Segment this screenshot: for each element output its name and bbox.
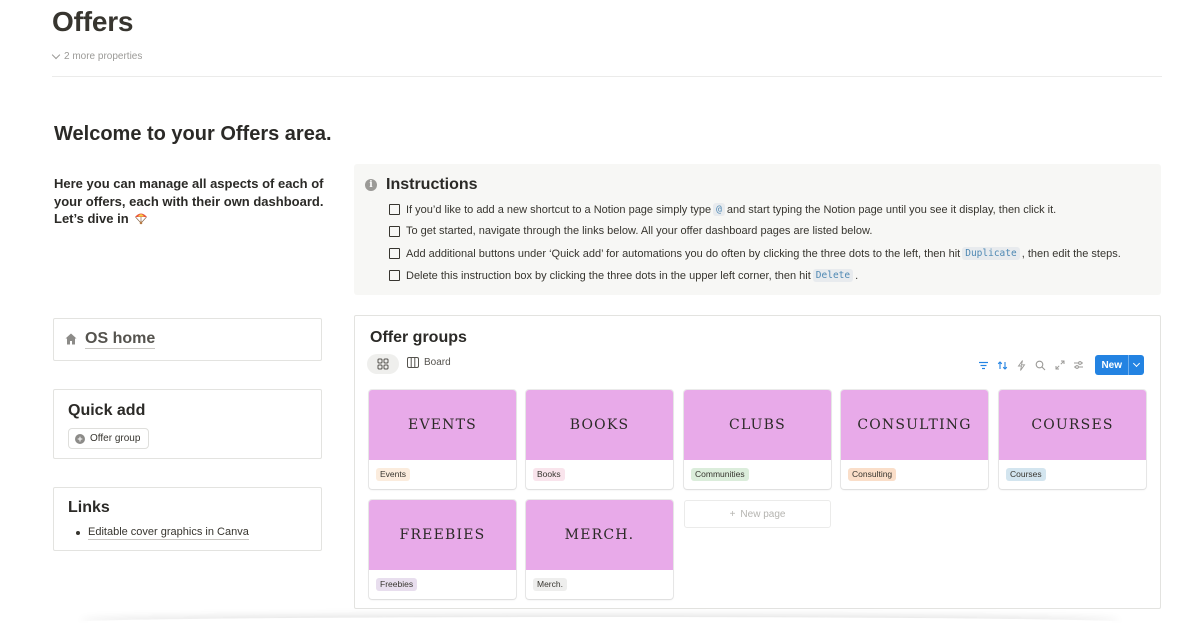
card-cover: BOOKS <box>526 390 673 460</box>
gallery-card-consulting[interactable]: CONSULTING Consulting <box>841 390 988 489</box>
bottom-shadow <box>80 617 1120 623</box>
todo-checkbox[interactable] <box>389 204 400 215</box>
card-cover: CLUBS <box>684 390 831 460</box>
instructions-title: Instructions <box>386 176 478 193</box>
offer-group-button-label: Offer group <box>90 433 141 444</box>
database-toolbar: New <box>977 355 1144 375</box>
chevron-down-icon[interactable] <box>1129 359 1144 368</box>
card-tag: Courses <box>1006 468 1046 481</box>
new-page-button[interactable]: + New page <box>684 500 831 528</box>
settings-sliders-icon[interactable] <box>1072 359 1085 372</box>
gallery-view-icon <box>377 358 389 370</box>
todo-item: To get started, navigate through the lin… <box>389 225 872 237</box>
todo-checkbox[interactable] <box>389 270 400 281</box>
intro-text: Here you can manage all aspects of each … <box>54 175 324 228</box>
plus-circle-icon: + <box>75 433 85 444</box>
todo-text-tail: , then edit the steps. <box>1021 247 1121 260</box>
todo-item: If you’d like to add a new shortcut to a… <box>389 203 1056 216</box>
quick-add-title: Quick add <box>68 402 146 419</box>
card-tag: Communities <box>691 468 749 481</box>
gallery-card-courses[interactable]: COURSES Courses <box>999 390 1146 489</box>
new-button-label: New <box>1101 359 1122 371</box>
board-view-tab[interactable]: Board <box>407 357 451 368</box>
gallery-card-events[interactable]: EVENTS Events <box>369 390 516 489</box>
lightning-icon[interactable] <box>1015 359 1028 372</box>
gallery-card-clubs[interactable]: CLUBS Communities <box>684 390 831 489</box>
card-cover: MERCH. <box>526 500 673 570</box>
offer-group-button[interactable]: + Offer group <box>68 428 150 449</box>
gallery-card-merch[interactable]: MERCH. Merch. <box>526 500 673 599</box>
more-properties-label: 2 more properties <box>64 51 143 62</box>
card-cover: CONSULTING <box>841 390 988 460</box>
inline-code: Duplicate <box>962 247 1020 260</box>
offer-groups-database: Offer groups Board New EVENTS Events BOO… <box>354 315 1161 609</box>
todo-text: Add additional buttons under ‘Quick add’… <box>406 247 961 260</box>
welcome-heading: Welcome to your Offers area. <box>54 123 332 145</box>
list-item: Editable cover graphics in Canva <box>76 526 249 540</box>
os-home-link-card[interactable]: OS home <box>53 318 322 361</box>
board-view-label: Board <box>424 357 451 368</box>
more-properties-toggle[interactable]: 2 more properties <box>51 50 143 62</box>
home-icon <box>65 333 77 345</box>
info-icon: i <box>365 179 377 191</box>
inline-code: Delete <box>812 269 854 282</box>
todo-text-tail: . <box>855 269 859 282</box>
chevron-down-icon <box>51 50 61 60</box>
todo-checkbox[interactable] <box>389 225 400 237</box>
links-card: Links Editable cover graphics in Canva <box>53 487 322 551</box>
gallery-card-books[interactable]: BOOKS Books <box>526 390 673 489</box>
page-title: Offers <box>52 6 134 37</box>
card-tag: Freebies <box>376 578 418 591</box>
todo-item: Delete this instruction box by clicking … <box>389 269 858 282</box>
divider <box>52 76 1162 77</box>
new-page-label: New page <box>740 508 786 520</box>
card-tag: Books <box>533 468 565 481</box>
todo-text: Delete this instruction box by clicking … <box>406 269 811 282</box>
inline-code: @ <box>713 203 725 216</box>
todo-checkbox[interactable] <box>389 248 400 259</box>
bullet <box>76 531 80 535</box>
board-view-icon <box>407 357 419 368</box>
filter-icon[interactable] <box>977 359 990 372</box>
todo-item: Add additional buttons under ‘Quick add’… <box>389 247 1121 260</box>
parachute-icon <box>135 213 148 225</box>
card-tag: Merch. <box>533 578 567 591</box>
card-cover: EVENTS <box>369 390 516 460</box>
intro-text-content: Here you can manage all aspects of each … <box>54 176 324 226</box>
instructions-callout: i Instructions If you’d like to add a ne… <box>354 164 1161 295</box>
card-cover: FREEBIES <box>369 500 516 570</box>
card-tag: Consulting <box>848 468 897 481</box>
new-entry-button[interactable]: New <box>1095 355 1144 375</box>
links-title: Links <box>68 499 110 516</box>
todo-text: To get started, navigate through the lin… <box>406 225 873 237</box>
sort-icon[interactable] <box>996 359 1009 372</box>
database-title[interactable]: Offer groups <box>370 329 467 347</box>
canva-link[interactable]: Editable cover graphics in Canva <box>88 526 249 540</box>
gallery-card-freebies[interactable]: FREEBIES Freebies <box>369 500 516 599</box>
card-tag: Events <box>376 468 410 481</box>
search-icon[interactable] <box>1034 359 1047 372</box>
quick-add-card: Quick add + Offer group <box>53 389 322 459</box>
gallery-view-tab[interactable] <box>367 354 399 374</box>
todo-text-tail: and start typing the Notion page until y… <box>726 203 1057 216</box>
card-cover: COURSES <box>999 390 1146 460</box>
os-home-label[interactable]: OS home <box>85 330 156 349</box>
todo-text: If you’d like to add a new shortcut to a… <box>406 203 712 216</box>
expand-icon[interactable] <box>1053 359 1066 372</box>
plus-icon: + <box>729 508 736 520</box>
